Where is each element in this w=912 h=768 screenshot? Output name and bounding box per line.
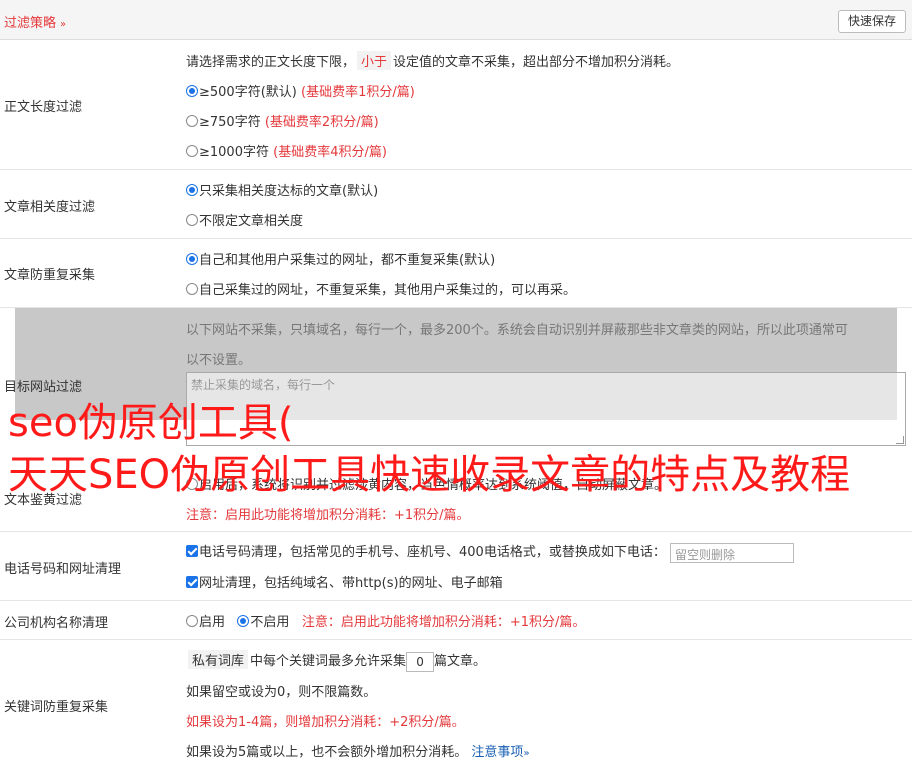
relevance-filter-label: 文章相关度过滤 [4, 200, 96, 215]
url-clean-text: 网址清理，包括纯域名、带http(s)的网址、电子邮箱 [199, 576, 503, 591]
phone-input-placeholder: 留空则删除 [674, 547, 735, 562]
phone-clean-option[interactable]: 电话号码清理，包括常见的手机号、座机号、400电话格式，或替换成如下电话： 留空… [186, 541, 794, 563]
keyword-limit-suffix: 篇文章。 [434, 654, 487, 669]
radio-icon[interactable] [186, 145, 198, 157]
keyword-line-4: 如果设为5篇或以上，也不会额外增加积分消耗。 注意事项» [186, 741, 530, 760]
chevron-down-icon: » [60, 19, 67, 30]
filter-header: 过滤策略» 快速保存 [0, 0, 912, 40]
radio-selected-icon[interactable] [186, 184, 198, 196]
notes-link[interactable]: 注意事项» [471, 745, 529, 760]
length-filter-label: 正文长度过滤 [4, 100, 83, 115]
keyword-line-4-text: 如果设为5篇或以上，也不会额外增加积分消耗。 [186, 745, 468, 760]
phone-url-row: 电话号码和网址清理 电话号码清理，包括常见的手机号、座机号、400电话格式，或替… [0, 532, 912, 601]
length-filter-row: 正文长度过滤 请选择需求的正文长度下限， 小于 设定值的文章不采集，超出部分不增加积… [0, 40, 912, 170]
option-label: 不启用 [250, 615, 290, 630]
org-enable-option[interactable]: 启用 [186, 615, 225, 630]
private-lexicon-tag[interactable]: 私有词库 [188, 650, 249, 669]
option-label: ≥500字符(默认) [199, 85, 297, 100]
phone-clean-text: 电话号码清理，包括常见的手机号、座机号、400电话格式，或替换成如下电话： [199, 545, 666, 560]
replacement-phone-input[interactable]: 留空则删除 [669, 542, 794, 563]
option-label: 自己和其他用户采集过的网址，都不重复采集(默认) [199, 253, 496, 268]
option-note: (基础费率1积分/篇) [301, 85, 415, 100]
phone-url-label: 电话号码和网址清理 [4, 562, 122, 577]
dedupe-option-self[interactable]: 自己采集过的网址，不重复采集，其他用户采集过的，可以再采。 [186, 279, 576, 298]
radio-icon[interactable] [186, 115, 198, 127]
keyword-limit-input[interactable]: 0 [406, 651, 435, 672]
checkbox-checked-icon[interactable] [186, 576, 198, 588]
option-label: 不限定文章相关度 [199, 214, 304, 229]
radio-selected-icon[interactable] [237, 615, 250, 627]
header-title: 过滤策略 [4, 16, 57, 31]
quick-save-button[interactable]: 快速保存 [837, 10, 906, 33]
org-name-row: 公司机构名称清理 启用 不启用 注意：启用此功能将增加积分消耗：+1积分/篇。 [0, 601, 912, 640]
option-label: ≥750字符 [199, 115, 261, 130]
dedupe-option-all[interactable]: 自己和其他用户采集过的网址，都不重复采集(默认) [186, 249, 495, 268]
desc-pre: 请选择需求的正文长度下限， [186, 55, 356, 70]
keyword-limit-text: 中每个关键词最多允许采集 [250, 654, 407, 669]
resize-grip-icon[interactable] [896, 436, 904, 444]
keyword-dedupe-row: 关键词防重复采集 私有词库 中每个关键词最多允许采集 0 篇文章。 如果留空或设为0，… [0, 640, 912, 768]
option-label: ≥1000字符 [199, 145, 269, 160]
keyword-dedupe-label: 关键词防重复采集 [4, 700, 109, 715]
option-note: (基础费率2积分/篇) [264, 115, 379, 130]
relevance-option-any[interactable]: 不限定文章相关度 [186, 210, 303, 229]
keyword-line-2: 如果留空或设为0，则不限篇数。 [186, 685, 377, 700]
radio-selected-icon[interactable] [186, 253, 198, 265]
porn-filter-note: 注意：启用此功能将增加积分消耗：+1积分/篇。 [186, 508, 470, 523]
desc-post: 设定值的文章不采集，超出部分不增加积分消耗。 [393, 55, 680, 70]
site-filter-desc-2: 以不设置。 [186, 353, 252, 368]
option-note: (基础费率4积分/篇) [273, 145, 387, 160]
dedupe-row: 文章防重复采集 自己和其他用户采集过的网址，都不重复采集(默认) 自己采集过的网… [0, 239, 912, 308]
length-option-750[interactable]: ≥750字符 (基础费率2积分/篇) [186, 111, 379, 130]
watermark-line-2: 天天SEO伪原创工具快速收录文章的特点及教程 [8, 452, 851, 498]
keyword-limit-line: 私有词库 中每个关键词最多允许采集 0 篇文章。 [186, 650, 486, 672]
url-clean-option[interactable]: 网址清理，包括纯域名、带http(s)的网址、电子邮箱 [186, 572, 503, 591]
watermark-line-1: seo伪原创工具( [8, 400, 294, 446]
option-label: 启用 [199, 615, 226, 630]
less-than-tag: 小于 [357, 51, 392, 70]
filter-strategy-toggle[interactable]: 过滤策略» [4, 12, 66, 31]
relevance-filter-row: 文章相关度过滤 只采集相关度达标的文章(默认) 不限定文章相关度 [0, 170, 912, 239]
keyword-line-3: 如果设为1-4篇，则增加积分消耗：+2积分/篇。 [186, 715, 465, 730]
checkbox-checked-icon[interactable] [186, 545, 198, 557]
dedupe-label: 文章防重复采集 [4, 268, 96, 283]
length-option-500[interactable]: ≥500字符(默认) (基础费率1积分/篇) [186, 81, 415, 100]
length-option-1000[interactable]: ≥1000字符 (基础费率4积分/篇) [186, 141, 387, 160]
relevance-option-only[interactable]: 只采集相关度达标的文章(默认) [186, 180, 378, 199]
org-disable-option[interactable]: 不启用 [237, 615, 289, 630]
org-name-options: 启用 不启用 注意：启用此功能将增加积分消耗：+1积分/篇。 [186, 611, 585, 630]
org-name-note: 注意：启用此功能将增加积分消耗：+1积分/篇。 [301, 615, 586, 630]
notes-link-label: 注意事项 [471, 745, 524, 760]
chevron-down-icon: » [523, 748, 530, 759]
blocked-domains-textarea[interactable]: 禁止采集的域名，每行一个 [186, 372, 906, 446]
org-name-label: 公司机构名称清理 [4, 616, 109, 631]
site-filter-desc-1: 以下网站不采集，只填域名，每行一个，最多200个。系统会自动识别并屏蔽那些非文章… [186, 323, 848, 338]
option-label: 只采集相关度达标的文章(默认) [199, 184, 379, 199]
radio-icon[interactable] [186, 214, 198, 226]
length-filter-desc: 请选择需求的正文长度下限， 小于 设定值的文章不采集，超出部分不增加积分消耗。 [186, 51, 679, 70]
radio-icon[interactable] [186, 283, 198, 295]
radio-selected-icon[interactable] [186, 85, 198, 97]
radio-icon[interactable] [186, 615, 198, 627]
option-label: 自己采集过的网址，不重复采集，其他用户采集过的，可以再采。 [199, 283, 577, 298]
